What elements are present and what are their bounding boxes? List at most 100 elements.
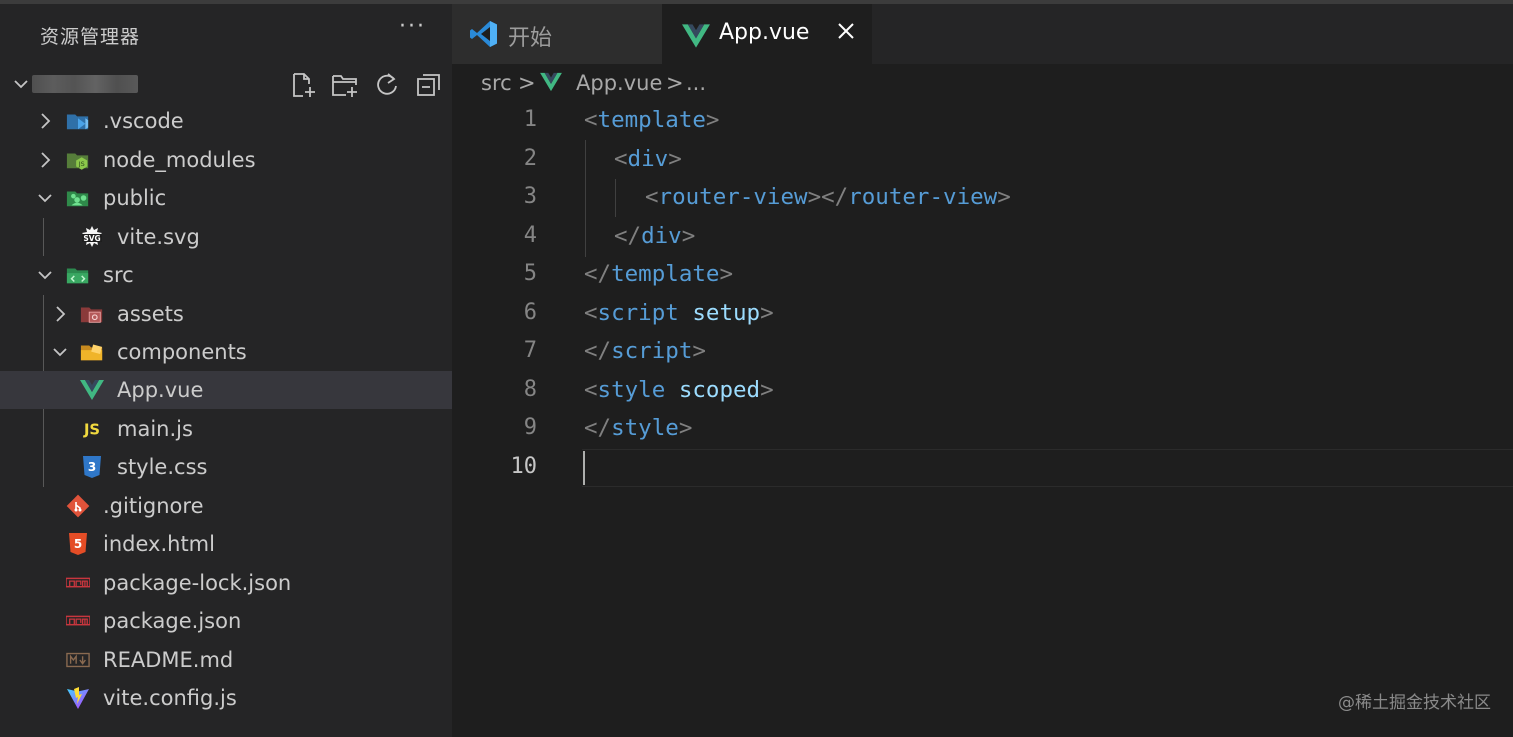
tree-item-vite-config-js[interactable]: vite.config.js xyxy=(0,679,452,717)
editor-tab-bar: 开始 App.vue xyxy=(452,0,1513,64)
chevron-down-icon[interactable] xyxy=(51,342,69,362)
tab-app-vue[interactable]: App.vue xyxy=(662,4,872,64)
line-number: 3 xyxy=(523,184,537,209)
new-file-icon[interactable] xyxy=(288,70,318,100)
collapse-all-icon[interactable] xyxy=(414,70,444,100)
chevron-right-icon[interactable] xyxy=(36,111,54,131)
tab-start[interactable]: 开始 xyxy=(452,4,662,64)
code-token: </ xyxy=(584,338,612,364)
tree-item-label: .gitignore xyxy=(103,494,204,518)
svg-file-icon: SVG xyxy=(80,226,104,248)
tree-item-label: public xyxy=(103,186,167,210)
code-token: template xyxy=(611,261,720,287)
breadcrumb-file[interactable]: App.vue xyxy=(576,71,662,95)
tree-item-assets[interactable]: assets xyxy=(0,295,452,333)
chevron-down-icon[interactable] xyxy=(36,188,54,208)
svg-text:5: 5 xyxy=(74,537,82,551)
vscode-folder-icon xyxy=(66,110,90,132)
breadcrumb: src > App.vue > ... xyxy=(452,64,1513,102)
code-line-4: 4 </div> xyxy=(452,218,1513,256)
code-token: < xyxy=(584,107,598,133)
code-text: </script> xyxy=(584,338,706,364)
breadcrumb-symbols[interactable]: ... xyxy=(686,71,706,95)
line-number: 8 xyxy=(523,377,537,402)
close-icon[interactable] xyxy=(833,18,859,44)
svg-text:JS: JS xyxy=(83,422,100,439)
text-cursor xyxy=(583,451,585,485)
new-folder-icon[interactable] xyxy=(330,70,360,100)
code-line-3: 3 <router-view></router-view> xyxy=(452,179,1513,217)
tree-item-readme-md[interactable]: README.md xyxy=(0,641,452,679)
tree-item-node-modules[interactable]: JS node_modules xyxy=(0,141,452,179)
tree-item-label: index.html xyxy=(103,532,215,556)
code-line-2: 2 <div> xyxy=(452,141,1513,179)
code-token: template xyxy=(597,107,706,133)
svg-text:JS: JS xyxy=(78,160,85,168)
watermark: @稀土掘金技术社区 xyxy=(1338,693,1491,713)
code-text: <script setup> xyxy=(584,300,774,326)
assets-folder-icon xyxy=(80,303,104,325)
code-line-1: 1 <template> xyxy=(452,102,1513,140)
tab-label: 开始 xyxy=(508,26,553,51)
tree-item-label: node_modules xyxy=(103,148,256,172)
tree-item-main-js[interactable]: JS main.js xyxy=(0,410,452,448)
tree-item-vite-svg[interactable]: SVG vite.svg xyxy=(0,218,452,256)
chevron-right-icon[interactable] xyxy=(51,304,69,324)
tree-item-label: README.md xyxy=(103,648,234,672)
code-token: div xyxy=(627,146,669,172)
chevron-down-icon[interactable] xyxy=(12,72,30,96)
code-editor[interactable]: 1 <template> 2 <div> 3 <router-view></ro… xyxy=(452,102,1513,737)
code-text: </style> xyxy=(584,415,692,441)
breadcrumb-folder[interactable]: src xyxy=(481,71,512,95)
tree-item-label: .vscode xyxy=(103,109,184,133)
vue-file-icon xyxy=(80,379,104,401)
more-actions-icon[interactable]: ··· xyxy=(399,14,426,39)
html-file-icon: 5 xyxy=(66,533,90,555)
line-number: 5 xyxy=(523,261,537,286)
code-token: </ xyxy=(614,223,642,249)
line-number: 7 xyxy=(523,338,537,363)
line-number: 4 xyxy=(523,223,537,248)
chevron-right-icon[interactable] xyxy=(36,150,54,170)
line-number: 2 xyxy=(523,146,537,171)
code-token: > xyxy=(719,261,734,287)
code-token: script xyxy=(611,338,693,364)
line-number: 1 xyxy=(523,107,537,132)
code-line-8: 8 <style scoped> xyxy=(452,372,1513,410)
vue-file-icon xyxy=(540,72,562,92)
code-line-10: 10 xyxy=(452,449,1513,487)
tree-item-package-json[interactable]: package.json xyxy=(0,602,452,640)
explorer-actions xyxy=(288,70,444,100)
code-token: > xyxy=(692,338,706,364)
code-token: style xyxy=(597,377,666,403)
code-token: < xyxy=(584,300,598,326)
tree-item-gitignore[interactable]: .gitignore xyxy=(0,487,452,525)
code-line-7: 7 </script> xyxy=(452,333,1513,371)
node-folder-icon: JS xyxy=(66,149,90,171)
refresh-icon[interactable] xyxy=(372,70,402,100)
code-line-9: 9 </style> xyxy=(452,410,1513,448)
tree-item-package-lock-json[interactable]: package-lock.json xyxy=(0,564,452,602)
public-folder-icon xyxy=(66,187,90,209)
tree-item-src[interactable]: src xyxy=(0,256,452,294)
code-text: </div> xyxy=(614,223,695,249)
tree-item-index-html[interactable]: 5 index.html xyxy=(0,525,452,563)
code-token: > xyxy=(760,300,774,326)
code-token: < xyxy=(614,146,628,172)
tree-item-label: components xyxy=(117,340,247,364)
tree-item-label: App.vue xyxy=(117,378,204,402)
line-number: 6 xyxy=(523,300,537,325)
tree-item-public[interactable]: public xyxy=(0,179,452,217)
project-root-row[interactable] xyxy=(0,66,452,102)
vscode-logo-icon xyxy=(470,21,497,47)
tree-item-style-css[interactable]: 3 style.css xyxy=(0,448,452,486)
tree-item-app-vue[interactable]: App.vue xyxy=(0,371,452,409)
chevron-down-icon[interactable] xyxy=(36,265,54,285)
tree-item-vscode[interactable]: .vscode xyxy=(0,102,452,140)
project-name-blurred xyxy=(32,75,138,93)
tree-item-components[interactable]: components xyxy=(0,333,452,371)
code-token: > xyxy=(705,107,720,133)
code-text: <div> xyxy=(614,146,682,172)
code-token: > xyxy=(668,146,682,172)
sidebar-top-strip xyxy=(0,0,452,4)
